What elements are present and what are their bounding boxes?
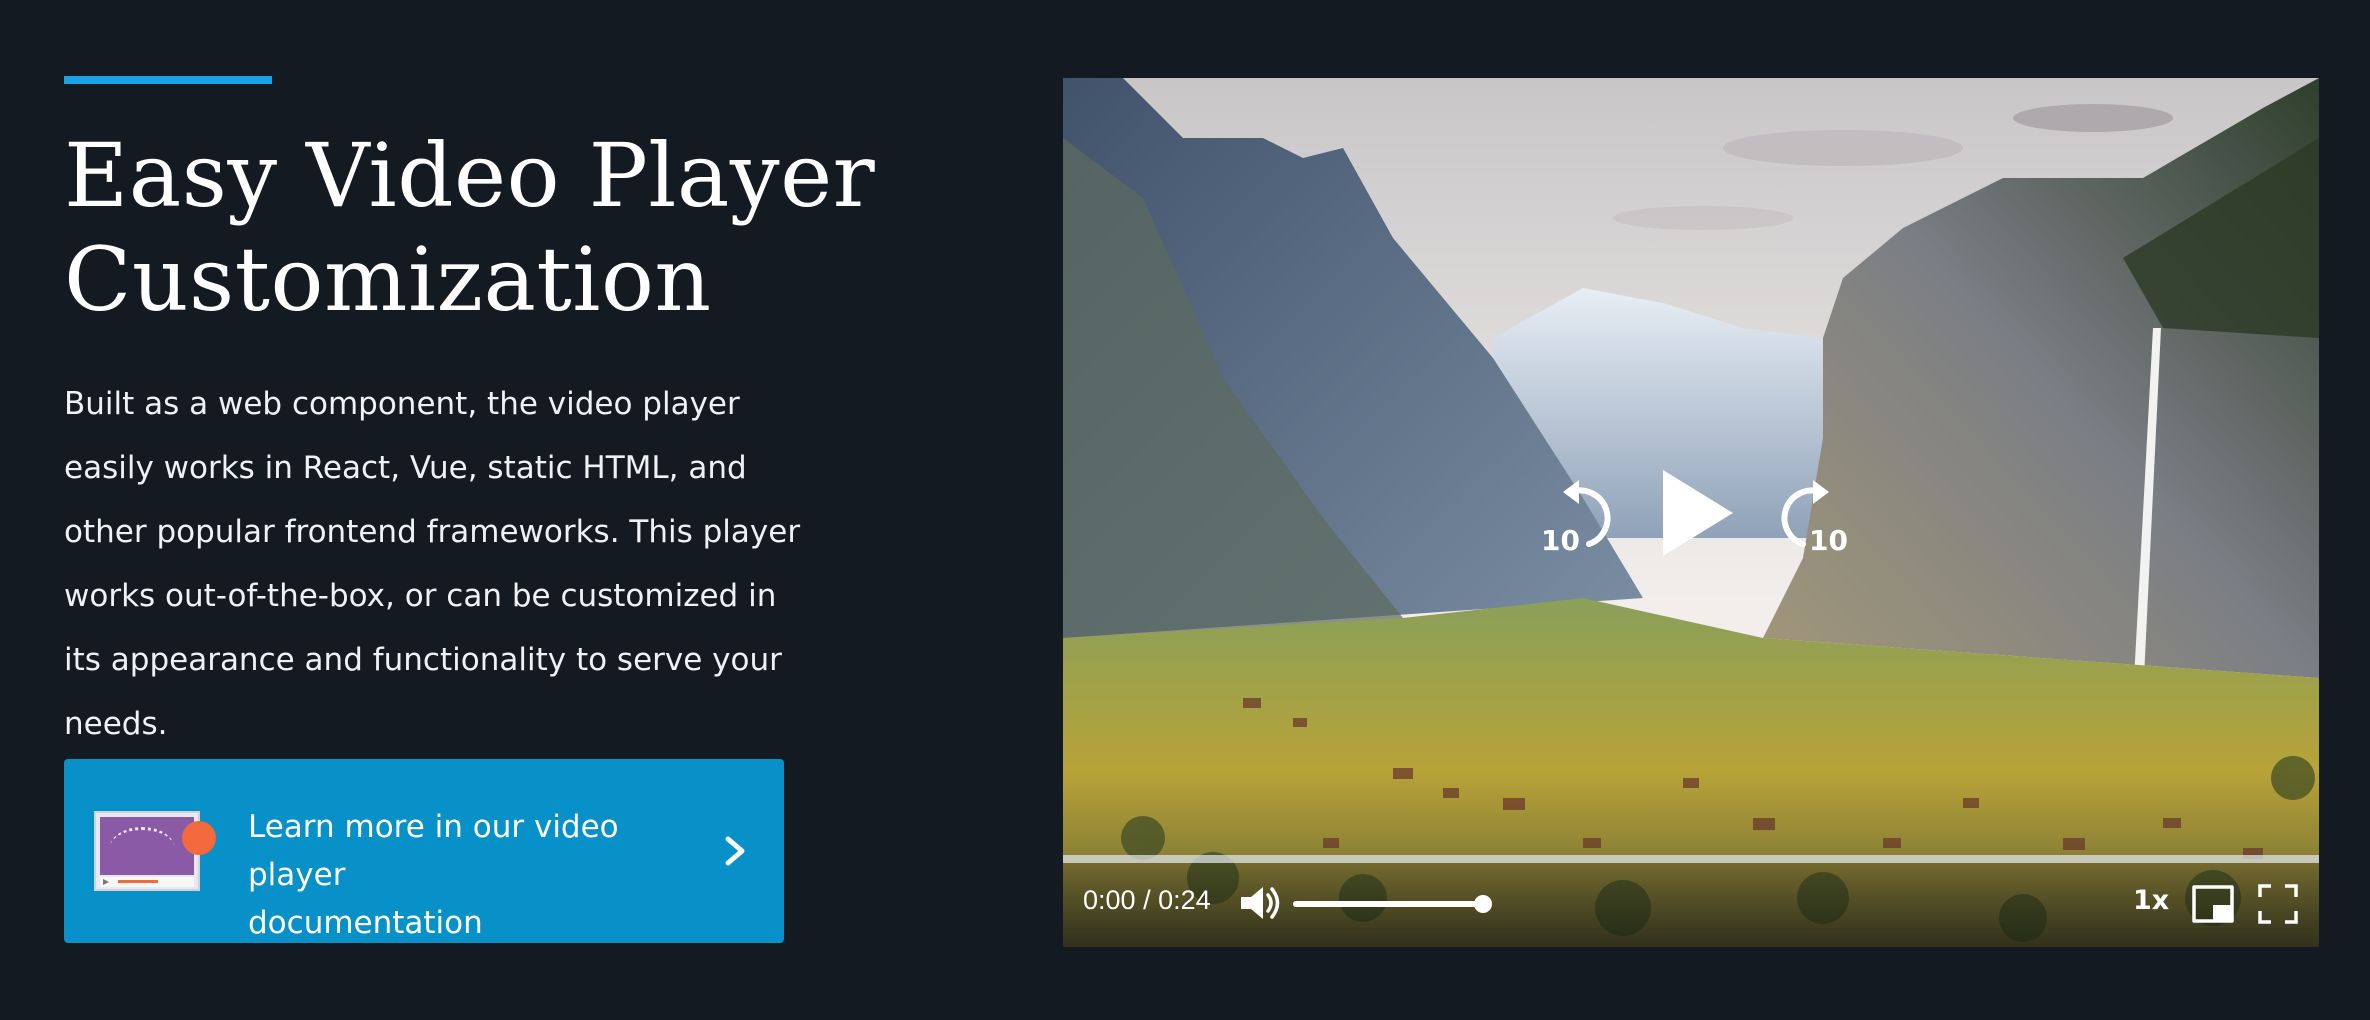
playback-progress-bar[interactable] [1063,855,2319,863]
volume-icon[interactable] [1239,883,1281,923]
play-icon [1663,470,1733,556]
player-control-bar: 0:00 / 0:24 1x [1063,863,2319,947]
hero-description: Built as a web component, the video play… [64,386,801,742]
page-title-line-1: Easy Video Player [64,124,876,227]
seek-backward-button[interactable]: 10 [1541,478,1611,557]
video-player[interactable]: 10 10 0:00 / 0:24 1x [1063,78,2319,947]
cta-label-line-2: documentation [248,905,483,941]
seek-backward-seconds: 10 [1541,524,1580,557]
play-button[interactable] [1659,468,1735,558]
video-player-thumbnail-icon [94,811,216,891]
time-separator: / [1135,885,1159,915]
chevron-right-icon [725,836,745,866]
page-title: Easy Video Player Customization [64,124,964,332]
fullscreen-icon[interactable] [2257,883,2299,925]
playback-rate-button[interactable]: 1x [2133,885,2169,916]
accent-bar [64,76,272,84]
cta-label: Learn more in our video player documenta… [248,803,688,947]
picture-in-picture-icon[interactable] [2191,883,2235,925]
video-player-docs-link[interactable]: Learn more in our video player documenta… [64,759,784,943]
seek-forward-button[interactable]: 10 [1781,478,1851,557]
page-title-line-2: Customization [64,228,712,331]
volume-handle[interactable] [1474,895,1492,913]
seek-forward-seconds: 10 [1809,524,1848,557]
time-display: 0:00 / 0:24 [1083,885,1211,916]
cta-label-line-1: Learn more in our video player [248,809,619,893]
total-duration: 0:24 [1158,885,1211,915]
volume-level [1293,901,1483,907]
volume-slider[interactable] [1293,895,1492,913]
current-time: 0:00 [1083,885,1136,915]
